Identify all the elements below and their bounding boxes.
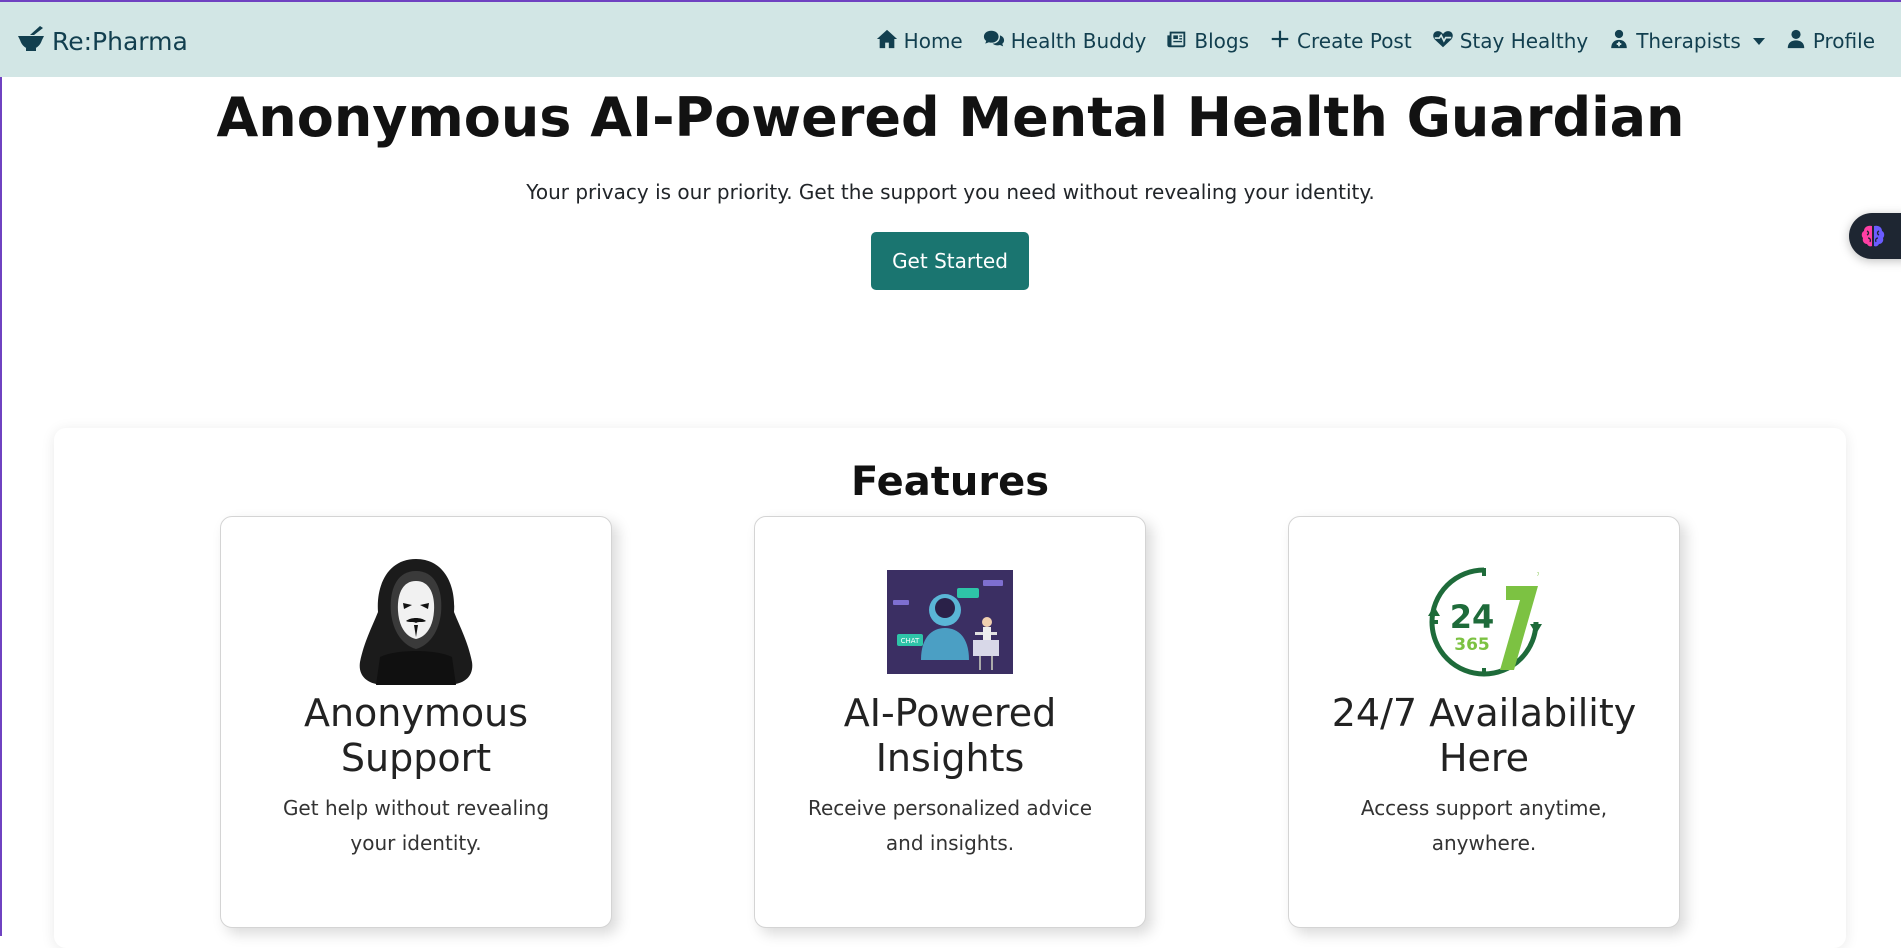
assistant-widget-button[interactable] [1849,213,1901,259]
nav-profile-label: Profile [1812,29,1875,53]
mortar-pestle-icon [16,23,46,59]
clock-24-text: 24 [1450,598,1495,636]
nav-menu: Home Health Buddy Blogs Create Post Stay… [876,24,1875,58]
home-icon [876,28,898,55]
nav-create-post[interactable]: Create Post [1269,28,1412,55]
chevron-down-icon [1752,37,1765,45]
plus-icon [1269,28,1291,55]
nav-stay-healthy[interactable]: Stay Healthy [1432,28,1589,55]
brain-icon [1861,225,1885,247]
feature-card-anonymous: Anonymous Support Get help without revea… [220,516,612,928]
feature-image-ai: CHAT [755,557,1145,687]
nav-create-post-label: Create Post [1297,29,1412,53]
hero-subtitle: Your privacy is our priority. Get the su… [526,180,1375,204]
feature-title-availability: 24/7 Availability Here [1331,691,1637,780]
chat-bubbles-icon [983,28,1005,55]
nav-home[interactable]: Home [876,28,963,55]
doctor-icon [1608,28,1630,55]
clock-24-7-icon: 24 7 365 [1428,567,1542,677]
navbar: Re:Pharma Home Health Buddy Blogs Create… [0,2,1901,77]
nav-health-buddy[interactable]: Health Buddy [983,28,1147,55]
ai-image-chat-text: CHAT [901,637,920,645]
get-started-button[interactable]: Get Started [871,232,1029,290]
nav-profile[interactable]: Profile [1785,28,1875,55]
nav-blogs[interactable]: Blogs [1166,28,1249,55]
feature-title-ai: AI-Powered Insights [843,691,1057,780]
brand-link[interactable]: Re:Pharma [16,24,188,58]
nav-health-buddy-label: Health Buddy [1010,29,1147,53]
hooded-mask-figure-icon [359,559,473,685]
feature-card-ai: CHAT AI-Powered Insights Receive persona… [754,516,1146,928]
newspaper-icon [1166,28,1188,55]
heart-pulse-icon [1432,28,1454,55]
clock-365-text: 365 [1454,635,1490,655]
nav-home-label: Home [903,29,963,53]
features-title: Features [850,459,1050,505]
feature-image-anonymous [221,557,611,687]
feature-desc-ai: Receive personalized advice and insights… [807,796,1093,855]
feature-title-anonymous: Anonymous Support [303,691,529,780]
features-section: Features Anonymous Support Get help with… [54,428,1846,948]
feature-desc-anonymous: Get help without revealing your identity… [282,796,550,855]
clock-7-text: 7 [1537,572,1540,577]
nav-blogs-label: Blogs [1194,29,1250,53]
feature-desc-availability: Access support anytime, anywhere. [1360,796,1608,855]
feature-card-availability: 24 7 365 24/7 Availability Here Access s… [1288,516,1680,928]
nav-therapists-dropdown[interactable]: Therapists [1608,28,1765,55]
nav-stay-healthy-label: Stay Healthy [1459,29,1589,53]
nav-therapists-label: Therapists [1636,29,1741,53]
brand-name: Re:Pharma [52,26,188,56]
ai-chat-illustration-icon: CHAT [887,570,1013,674]
hero-title: Anonymous AI-Powered Mental Health Guard… [216,86,1685,149]
user-icon [1785,28,1807,55]
feature-image-availability: 24 7 365 [1289,557,1679,687]
